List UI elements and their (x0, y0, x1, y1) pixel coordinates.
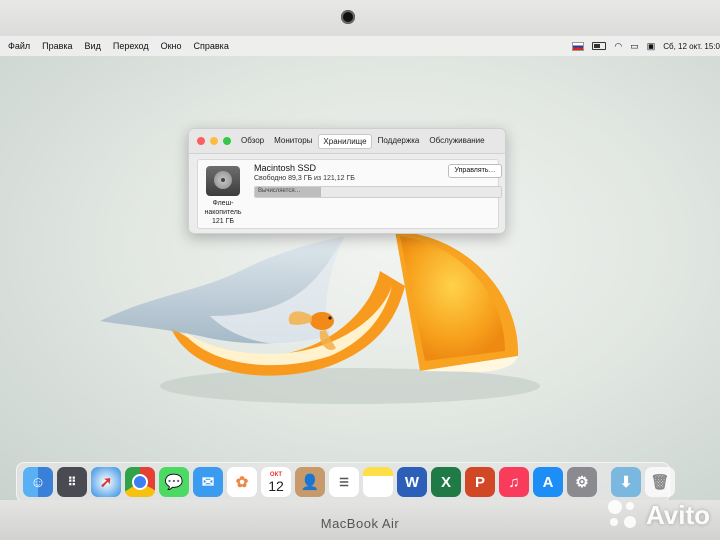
status-area: ◠ ▭ ▣ Сб, 12 окт. 15:0 (572, 36, 720, 56)
contacts-icon[interactable]: 👤 (295, 467, 325, 497)
reminders-icon[interactable]: ☰ (329, 467, 359, 497)
input-source-flag-icon[interactable] (572, 41, 585, 51)
messages-icon[interactable]: 💬 (159, 467, 189, 497)
downloads-folder-icon[interactable]: ⬇ (611, 467, 641, 497)
screen: Файл Правка Вид Переход Окно Справка ◠ ▭… (0, 36, 720, 500)
menu-window[interactable]: Окно (161, 41, 182, 51)
launchpad-icon[interactable]: ⠿ (57, 467, 87, 497)
avito-wordmark: Avito (645, 499, 710, 530)
window-titlebar: Обзор Мониторы Хранилище Поддержка Обслу… (189, 129, 505, 154)
avito-logo-icon (606, 498, 640, 532)
menu-edit[interactable]: Правка (42, 41, 72, 51)
hard-drive-icon (206, 166, 240, 196)
chrome-icon[interactable] (125, 467, 155, 497)
minimize-button[interactable] (210, 137, 218, 145)
wifi-icon[interactable]: ◠ (614, 41, 622, 52)
avito-watermark: Avito (606, 498, 710, 532)
word-icon[interactable]: W (397, 467, 427, 497)
safari-icon[interactable]: ➚ (91, 467, 121, 497)
laptop-top-bezel (0, 0, 720, 36)
tab-storage[interactable]: Хранилище (318, 134, 372, 149)
tab-displays[interactable]: Мониторы (270, 134, 316, 149)
zoom-button[interactable] (223, 137, 231, 145)
disk-name: Macintosh SSD (254, 163, 317, 173)
powerpoint-icon[interactable]: P (465, 467, 495, 497)
manage-button[interactable]: Управлять… (448, 164, 502, 178)
webcam (341, 10, 355, 24)
photos-icon[interactable]: ✿ (227, 467, 257, 497)
menu-bar: Файл Правка Вид Переход Окно Справка ◠ ▭… (0, 36, 720, 56)
tab-support[interactable]: Поддержка (374, 134, 424, 149)
notes-icon[interactable] (363, 467, 393, 497)
clock[interactable]: Сб, 12 окт. 15:0 (663, 42, 720, 51)
trash-icon[interactable]: 🗑 (645, 467, 675, 497)
close-button[interactable] (197, 137, 205, 145)
dock: ☺ ⠿ ➚ 💬 ✉ ✿ ОКТ 12 👤 ☰ W X P ♫ A ⚙ ⬇ 🗑 (16, 462, 675, 500)
calendar-icon[interactable]: ОКТ 12 (261, 467, 291, 497)
menu-file[interactable]: Файл (8, 41, 30, 51)
disk-free-space: Свободно 89,3 ГБ из 121,12 ГБ (254, 175, 355, 182)
tab-overview[interactable]: Обзор (237, 134, 268, 149)
storage-panel: Флеш- накопитель 121 ГБ Macintosh SSD Св… (197, 159, 502, 229)
excel-icon[interactable]: X (431, 467, 461, 497)
menu-help[interactable]: Справка (194, 41, 229, 51)
app-store-icon[interactable]: A (533, 467, 563, 497)
screen-mirroring-icon[interactable]: ▭ (630, 41, 639, 52)
tab-bar: Обзор Мониторы Хранилище Поддержка Обслу… (237, 134, 489, 149)
calendar-day: 12 (268, 478, 284, 494)
disk-type-label: Флеш- накопитель 121 ГБ (204, 200, 242, 225)
wallpaper-art (100, 231, 540, 404)
battery-icon[interactable] (592, 42, 607, 50)
system-preferences-icon[interactable]: ⚙ (567, 467, 597, 497)
menu-go[interactable]: Переход (113, 41, 149, 51)
finder-icon[interactable]: ☺ (23, 467, 53, 497)
tab-service[interactable]: Обслуживание (425, 134, 488, 149)
user-icon[interactable]: ▣ (647, 41, 656, 52)
music-icon[interactable]: ♫ (499, 467, 529, 497)
menu-view[interactable]: Вид (85, 41, 101, 51)
about-this-mac-window: Обзор Мониторы Хранилище Поддержка Обслу… (188, 128, 506, 234)
progress-status-text: Вычисляется… (258, 188, 301, 194)
mail-icon[interactable]: ✉ (193, 467, 223, 497)
